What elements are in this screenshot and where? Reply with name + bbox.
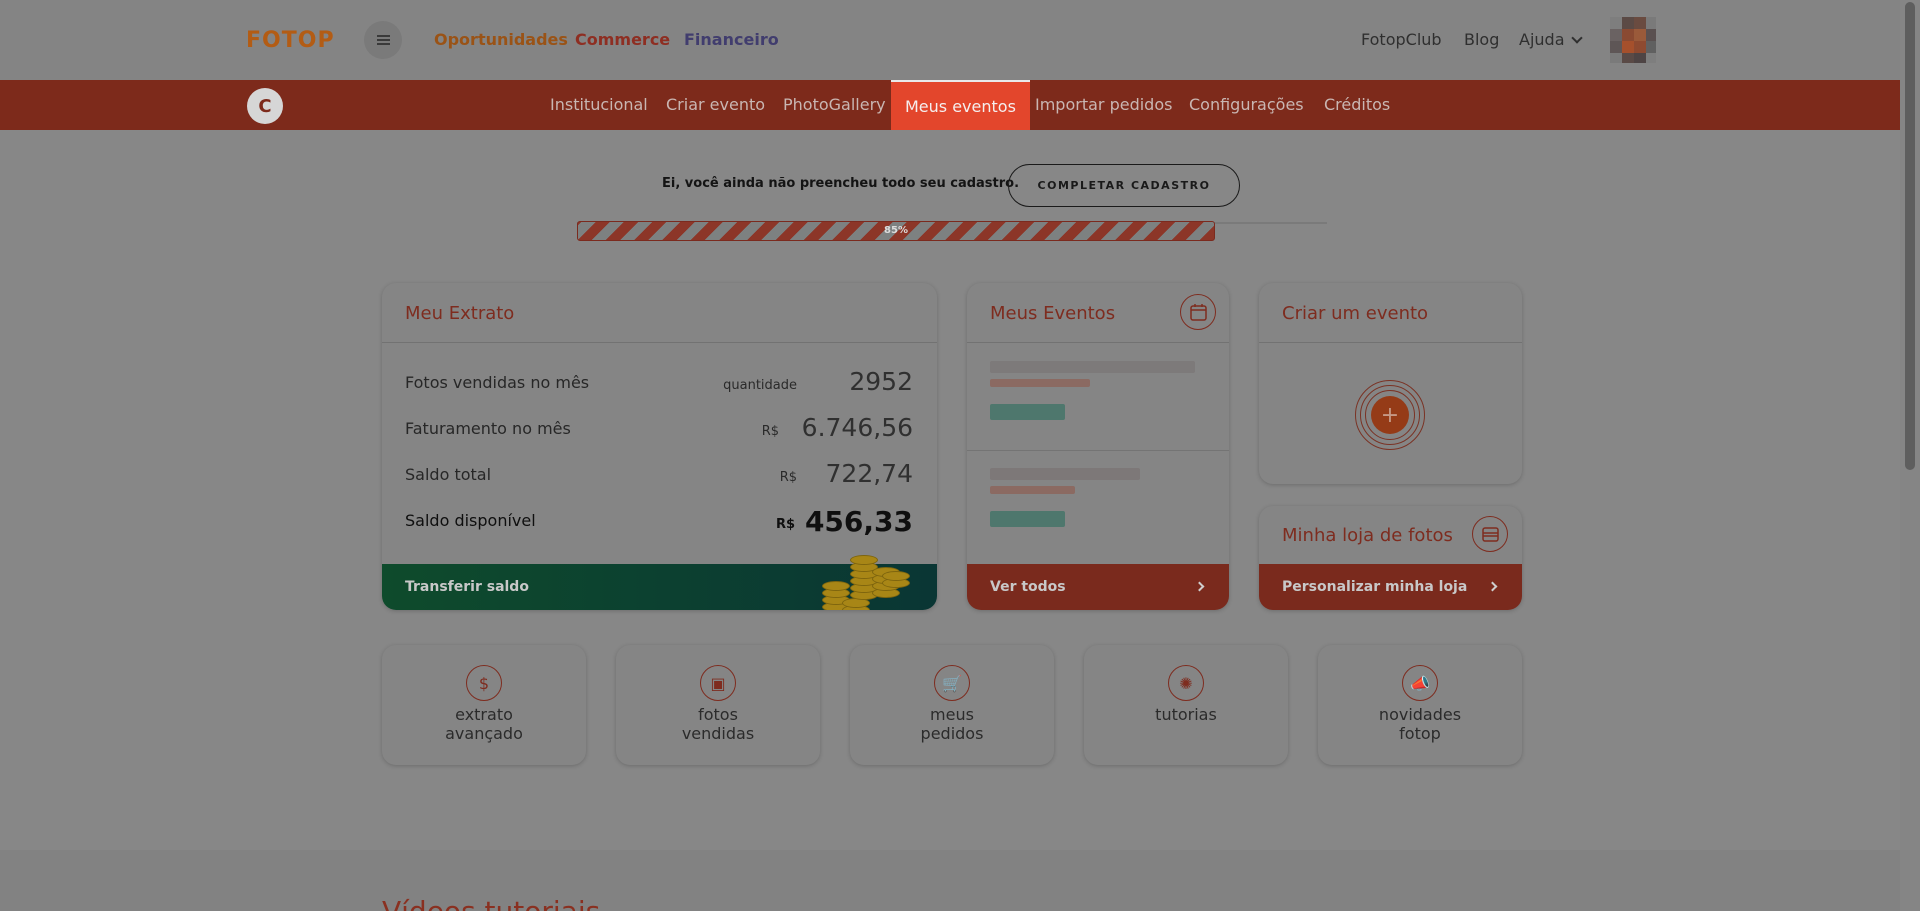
hamburger-icon	[376, 39, 390, 41]
photo-store-card: Minha loja de fotos Personalizar minha l…	[1259, 506, 1522, 610]
registration-progress-bar: 85%	[577, 221, 1215, 241]
coins-illustration	[822, 550, 912, 610]
extrato-unit: quantidade	[723, 378, 797, 393]
subnav-configuracoes[interactable]: Configurações	[1189, 95, 1304, 114]
extrato-row-saldo-total: Saldo total R$ 722,74	[405, 459, 913, 489]
cart-icon: 🛒	[934, 665, 970, 701]
tile-novidades-fotop[interactable]: 📣 novidades fotop	[1318, 645, 1522, 765]
top-header: FOTOP Oportunidades Commerce Financeiro …	[0, 0, 1900, 80]
dollar-icon: $	[466, 665, 502, 701]
extrato-value: 2952	[849, 367, 913, 396]
progress-label: 85%	[884, 225, 908, 236]
tile-fotos-vendidas[interactable]: ▣ fotos vendidas	[616, 645, 820, 765]
chevron-right-icon	[1194, 581, 1205, 592]
nav-financeiro[interactable]: Financeiro	[684, 30, 779, 49]
divider	[1259, 342, 1522, 343]
plus-icon: +	[1371, 396, 1409, 434]
tile-label: novidades fotop	[1378, 705, 1462, 743]
extrato-row-fotos: Fotos vendidas no mês quantidade 2952	[405, 367, 913, 397]
extrato-row-faturamento: Faturamento no mês R$ 6.746,56	[405, 413, 913, 443]
customize-store-label: Personalizar minha loja	[1282, 579, 1468, 595]
tile-label: tutorias	[1155, 705, 1217, 724]
eventos-title: Meus Eventos	[990, 303, 1116, 324]
photo-icon: ▣	[700, 665, 736, 701]
calendar-icon[interactable]	[1180, 294, 1216, 330]
extrato-card: Meu Extrato Fotos vendidas no mês quanti…	[382, 283, 937, 610]
divider	[967, 450, 1229, 451]
nav-fotopclub[interactable]: FotopClub	[1361, 30, 1442, 49]
megaphone-icon: 📣	[1402, 665, 1438, 701]
extrato-label: Fotos vendidas no mês	[405, 373, 590, 392]
tutorial-videos-section	[0, 850, 1900, 911]
create-event-title: Criar um evento	[1282, 303, 1429, 324]
store-icon[interactable]	[1472, 516, 1508, 552]
tutorial-videos-title: Vídeos tutoriais	[382, 895, 600, 911]
subnav-photogallery[interactable]: PhotoGallery	[783, 95, 886, 114]
subnav-criar-evento[interactable]: Criar evento	[666, 95, 765, 114]
tile-label: extrato avançado	[445, 705, 523, 743]
subnav-institucional[interactable]: Institucional	[550, 95, 648, 114]
tile-extrato-avancado[interactable]: $ extrato avançado	[382, 645, 586, 765]
chevron-down-icon	[1570, 32, 1583, 44]
account-avatar[interactable]: C	[247, 88, 283, 124]
chevron-right-icon	[1487, 581, 1498, 592]
hamburger-menu-button[interactable]	[364, 21, 402, 59]
customize-store-button[interactable]: Personalizar minha loja	[1259, 564, 1522, 610]
nav-oportunidades[interactable]: Oportunidades	[434, 30, 568, 49]
extrato-row-saldo-disponivel: Saldo disponível R$ 456,33	[405, 505, 913, 538]
transfer-balance-label: Transferir saldo	[405, 579, 529, 595]
scrollbar-thumb[interactable]	[1905, 2, 1915, 470]
extrato-unit: R$	[761, 424, 779, 439]
subnav-creditos[interactable]: Créditos	[1324, 95, 1390, 114]
extrato-value: 456,33	[804, 505, 913, 538]
extrato-value: 722,74	[825, 459, 913, 488]
divider	[967, 342, 1229, 343]
page-scrollbar[interactable]	[1900, 0, 1920, 911]
photo-store-title: Minha loja de fotos	[1282, 525, 1453, 546]
nav-commerce[interactable]: Commerce	[575, 30, 670, 49]
eventos-card: Meus Eventos Ver todos	[967, 283, 1229, 610]
subnav-meus-eventos[interactable]: Meus eventos	[891, 80, 1030, 130]
see-all-events-button[interactable]: Ver todos	[967, 564, 1229, 610]
help-dropdown[interactable]: Ajuda	[1519, 30, 1583, 49]
extrato-unit: R$	[775, 517, 795, 532]
create-event-card: Criar um evento +	[1259, 283, 1522, 484]
help-label: Ajuda	[1519, 30, 1565, 49]
see-all-label: Ver todos	[990, 579, 1066, 595]
tile-meus-pedidos[interactable]: 🛒 meus pedidos	[850, 645, 1054, 765]
user-avatar[interactable]	[1610, 17, 1656, 63]
create-event-button[interactable]: +	[1355, 380, 1425, 450]
nav-blog[interactable]: Blog	[1464, 30, 1499, 49]
tile-label: fotos vendidas	[681, 705, 755, 743]
subnav-importar-pedidos[interactable]: Importar pedidos	[1035, 95, 1172, 114]
extrato-title: Meu Extrato	[405, 303, 515, 324]
tile-label: meus pedidos	[920, 705, 984, 743]
lightbulb-icon: ✺	[1168, 665, 1204, 701]
divider	[382, 342, 937, 343]
extrato-value: 6.746,56	[801, 413, 913, 442]
tile-tutorias[interactable]: ✺ tutorias	[1084, 645, 1288, 765]
complete-registration-button[interactable]: COMPLETAR CADASTRO	[1008, 164, 1240, 207]
extrato-label: Faturamento no mês	[405, 419, 571, 438]
extrato-label: Saldo total	[405, 465, 492, 484]
registration-message: Ei, você ainda não preencheu todo seu ca…	[662, 176, 1020, 191]
extrato-label: Saldo disponível	[405, 511, 536, 530]
secondary-nav: C Institucional Criar evento PhotoGaller…	[0, 80, 1900, 130]
extrato-unit: R$	[779, 470, 797, 485]
fotop-logo[interactable]: FOTOP	[246, 28, 335, 53]
